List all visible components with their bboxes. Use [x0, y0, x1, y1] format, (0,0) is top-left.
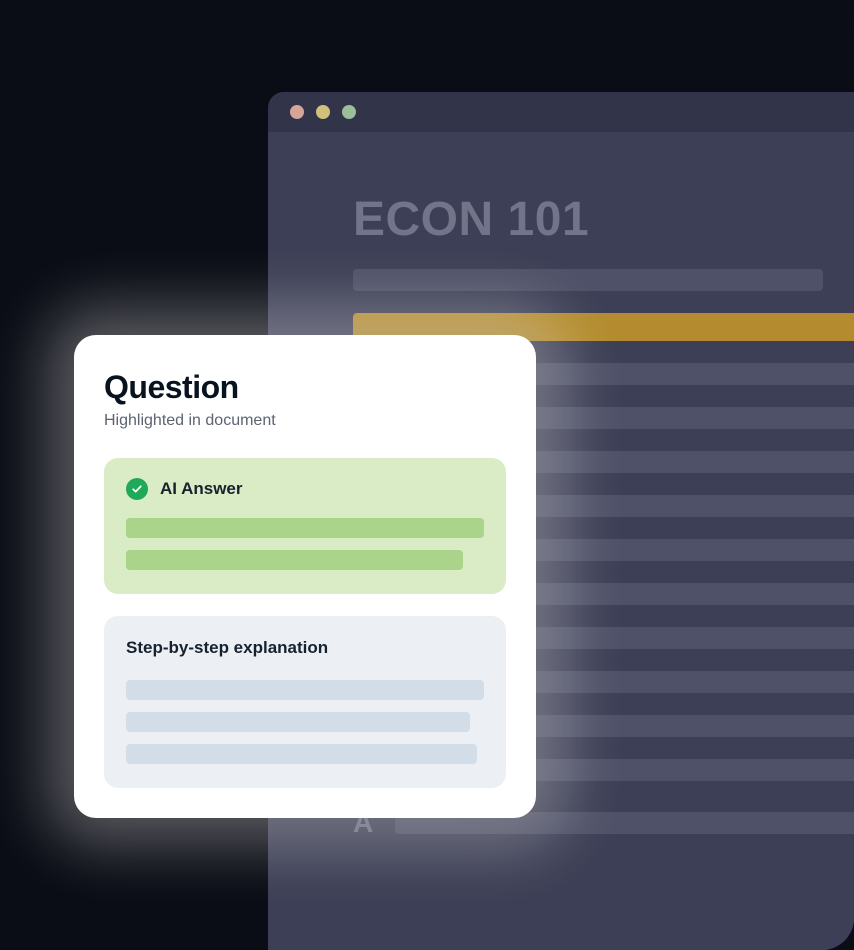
- stage: ECON 101 A Question: [0, 0, 854, 950]
- answer-header: AI Answer: [126, 478, 484, 500]
- popup-subtitle: Highlighted in document: [104, 412, 506, 430]
- ai-answer-box: AI Answer: [104, 458, 506, 594]
- explanation-box: Step-by-step explanation: [104, 616, 506, 788]
- maximize-dot-icon[interactable]: [342, 105, 356, 119]
- answer-label: AI Answer: [160, 479, 243, 499]
- answer-text-line: [126, 550, 463, 570]
- window-titlebar: [268, 92, 854, 132]
- question-popup: Question Highlighted in document AI Answ…: [74, 335, 536, 818]
- answer-text-line: [126, 518, 484, 538]
- check-icon: [126, 478, 148, 500]
- explanation-label: Step-by-step explanation: [126, 638, 484, 658]
- explanation-text-line: [126, 712, 470, 732]
- minimize-dot-icon[interactable]: [316, 105, 330, 119]
- popup-title: Question: [104, 369, 506, 406]
- text-line: [353, 269, 823, 291]
- document-title: ECON 101: [353, 192, 854, 247]
- close-dot-icon[interactable]: [290, 105, 304, 119]
- explanation-text-line: [126, 744, 477, 764]
- explanation-text-line: [126, 680, 484, 700]
